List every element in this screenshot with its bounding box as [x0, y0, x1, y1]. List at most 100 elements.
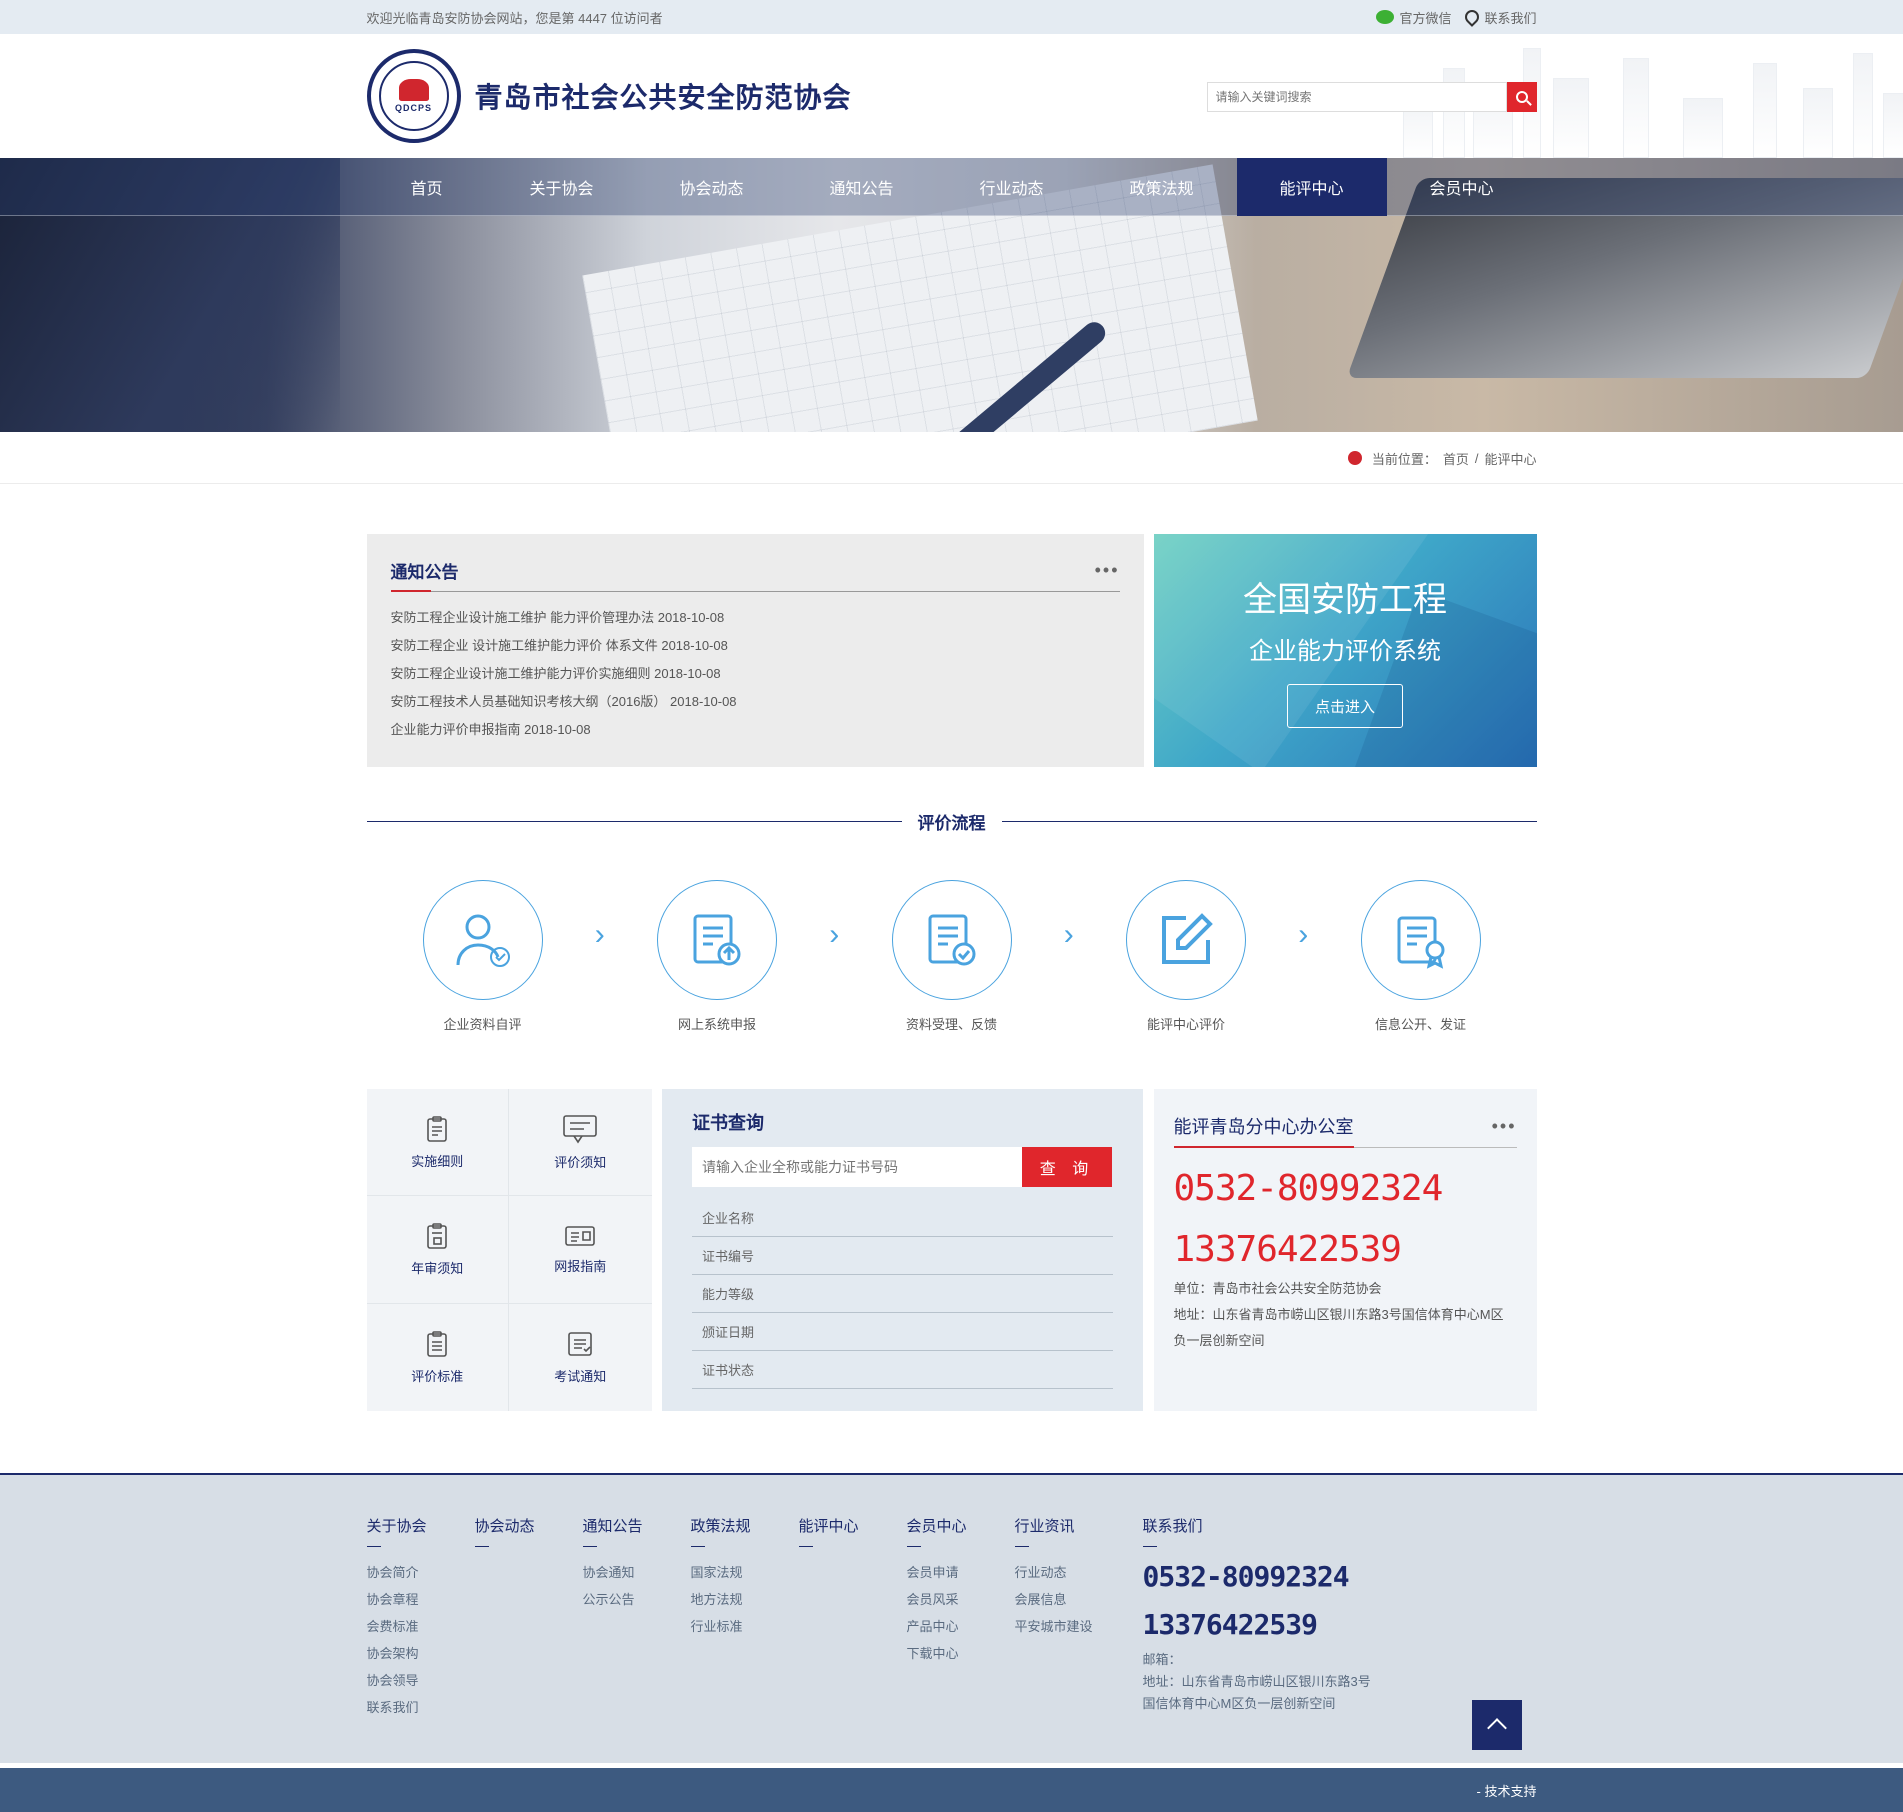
certificate-field-label: 企业名称	[692, 1199, 1113, 1237]
nav-item-home[interactable]: 首页	[367, 158, 487, 216]
nav-item-members[interactable]: 会员中心	[1387, 158, 1537, 216]
footer-column-title[interactable]: 行业资讯	[1015, 1515, 1143, 1536]
notice-item[interactable]: 安防工程企业 设计施工维护能力评价 体系文件 2018-10-08	[391, 632, 1120, 660]
certificate-query-title: 证书查询	[692, 1113, 764, 1133]
footer-column-title[interactable]: 关于协会	[367, 1515, 475, 1536]
footer-link[interactable]: 会员申请	[907, 1559, 1015, 1586]
notice-more-button[interactable]: •••	[1095, 560, 1120, 581]
quick-link-annual-review[interactable]: 年审须知	[366, 1196, 509, 1304]
quick-link-notes[interactable]: 评价须知	[509, 1089, 652, 1197]
office-address: 地址：山东省青岛市崂山区银川东路3号国信体育中心M区负一层创新空间	[1173, 1307, 1504, 1348]
user-check-icon	[456, 914, 510, 967]
chevron-up-icon	[1487, 1718, 1507, 1738]
nav-item-evaluation[interactable]: 能评中心	[1236, 158, 1387, 216]
chevron-right-icon: ›	[1063, 918, 1074, 951]
checklist-icon	[568, 1332, 593, 1356]
footer-link[interactable]: 会费标准	[367, 1613, 475, 1640]
footer-link[interactable]: 行业标准	[691, 1613, 799, 1640]
footer-link[interactable]: 协会通知	[583, 1559, 691, 1586]
certificate-field-label: 能力等级	[692, 1275, 1113, 1313]
process-steps: 企业资料自评 › 网上系统申报 › 资料受理、反馈 › 能评中心评价 › 信息公…	[367, 880, 1537, 1033]
quick-link-rules[interactable]: 实施细则	[366, 1089, 509, 1197]
wechat-label: 官方微信	[1399, 10, 1452, 26]
logo-seal[interactable]: QDCPS	[366, 49, 461, 143]
contact-link[interactable]: 联系我们	[1462, 7, 1537, 27]
footer-link[interactable]: 联系我们	[367, 1694, 475, 1721]
certificate-search-input[interactable]	[692, 1147, 1022, 1187]
notice-panel: 通知公告 ••• 安防工程企业设计施工维护 能力评价管理办法 2018-10-0…	[366, 534, 1144, 767]
office-mobile: 13376422539	[1173, 1229, 1402, 1270]
certificate-icon	[1397, 916, 1444, 969]
breadcrumb-home[interactable]: 首页	[1443, 449, 1469, 468]
office-unit: 单位：青岛市社会公共安全防范协会	[1173, 1281, 1382, 1296]
notice-item[interactable]: 安防工程企业设计施工维护能力评价实施细则 2018-10-08	[391, 660, 1120, 688]
chevron-right-icon: ›	[594, 918, 605, 951]
wechat-link[interactable]: 官方微信	[1376, 8, 1451, 27]
process-step-label: 能评中心评价	[1146, 1017, 1225, 1032]
process-step-label: 信息公开、发证	[1374, 1017, 1466, 1032]
footer-link[interactable]: 协会领导	[367, 1667, 475, 1694]
quick-link-online-guide[interactable]: 网报指南	[509, 1196, 652, 1304]
footer-phone: 0532-80992324	[1142, 1560, 1350, 1593]
site-name[interactable]: 青岛市社会公共安全防范协会	[475, 76, 852, 116]
breadcrumb-separator: /	[1474, 450, 1479, 466]
footer-link[interactable]: 产品中心	[907, 1613, 1015, 1640]
footer-column-title[interactable]: 会员中心	[907, 1515, 1015, 1536]
process-step-label: 网上系统申报	[677, 1017, 756, 1032]
footer-link[interactable]: 协会架构	[367, 1640, 475, 1667]
home-icon	[1347, 451, 1362, 465]
nav-item-notices[interactable]: 通知公告	[787, 158, 937, 216]
quick-links-grid: 实施细则 评价须知 年审须知 网报指南 评价标准 考试通知	[366, 1089, 652, 1411]
process-step-label: 资料受理、反馈	[905, 1017, 997, 1032]
chevron-right-icon: ›	[1298, 918, 1309, 951]
footer-link[interactable]: 会展信息	[1015, 1586, 1143, 1613]
quick-link-standards[interactable]: 评价标准	[367, 1303, 509, 1411]
nav-item-about[interactable]: 关于协会	[487, 158, 637, 216]
certificate-field-label: 颁证日期	[692, 1313, 1113, 1351]
footer-link[interactable]: 国家法规	[691, 1559, 799, 1586]
process-title: 评价流程	[917, 814, 986, 833]
clipboard-lock-icon	[427, 1223, 448, 1249]
process-step: 资料受理、反馈	[891, 880, 1012, 1033]
notice-item[interactable]: 企业能力评价申报指南 2018-10-08	[391, 716, 1120, 744]
back-to-top-button[interactable]	[1472, 1700, 1522, 1750]
bottom-bar: - 技术支持	[0, 1768, 1903, 1812]
notice-item[interactable]: 安防工程企业设计施工维护 能力评价管理办法 2018-10-08	[391, 604, 1120, 632]
logo-emblem-icon	[398, 79, 429, 101]
footer-contact: 联系我们 0532-80992324 13376422539 邮箱： 地址：山东…	[1142, 1515, 1371, 1721]
search-button[interactable]	[1506, 82, 1537, 112]
quick-link-label: 评价标准	[411, 1368, 464, 1384]
footer-column: 政策法规 国家法规 地方法规 行业标准	[690, 1515, 799, 1721]
footer-link[interactable]: 会员风采	[907, 1586, 1015, 1613]
quick-link-label: 实施细则	[411, 1153, 464, 1169]
nav-item-industry[interactable]: 行业动态	[937, 158, 1087, 216]
quick-link-label: 年审须知	[411, 1260, 464, 1276]
footer-link[interactable]: 公示公告	[583, 1586, 691, 1613]
footer-column-title[interactable]: 政策法规	[691, 1515, 799, 1536]
breadcrumb-current[interactable]: 能评中心	[1484, 449, 1536, 468]
footer-column-title[interactable]: 能评中心	[799, 1515, 907, 1536]
footer-link[interactable]: 协会章程	[367, 1586, 475, 1613]
footer-column-title[interactable]: 协会动态	[475, 1515, 583, 1536]
footer-link[interactable]: 地方法规	[691, 1586, 799, 1613]
footer-link[interactable]: 协会简介	[367, 1559, 475, 1586]
document-check-icon	[928, 914, 975, 966]
process-step: 信息公开、发证	[1360, 880, 1481, 1033]
search-input[interactable]	[1206, 82, 1507, 112]
process-step: 能评中心评价	[1126, 880, 1246, 1033]
nav-item-news[interactable]: 协会动态	[637, 158, 787, 216]
nav-item-policy[interactable]: 政策法规	[1087, 158, 1237, 216]
enter-system-button[interactable]: 点击进入	[1287, 684, 1403, 728]
quick-link-exam-notice[interactable]: 考试通知	[509, 1304, 652, 1411]
footer-link[interactable]: 行业动态	[1015, 1559, 1143, 1586]
footer-column-title[interactable]: 通知公告	[583, 1515, 691, 1536]
footer-link[interactable]: 下载中心	[907, 1640, 1015, 1667]
footer-column: 通知公告 协会通知 公示公告	[582, 1515, 691, 1721]
notice-item[interactable]: 安防工程技术人员基础知识考核大纲（2016版） 2018-10-08	[391, 688, 1120, 716]
certificate-query-button[interactable]: 查 询	[1022, 1147, 1112, 1187]
footer-link[interactable]: 平安城市建设	[1015, 1613, 1143, 1640]
office-more-button[interactable]: •••	[1492, 1116, 1517, 1137]
wechat-icon	[1376, 10, 1395, 24]
footer-column: 会员中心 会员申请 会员风采 产品中心 下载中心	[906, 1515, 1015, 1721]
footer-column: 关于协会 协会简介 协会章程 会费标准 协会架构 协会领导 联系我们	[366, 1515, 475, 1721]
